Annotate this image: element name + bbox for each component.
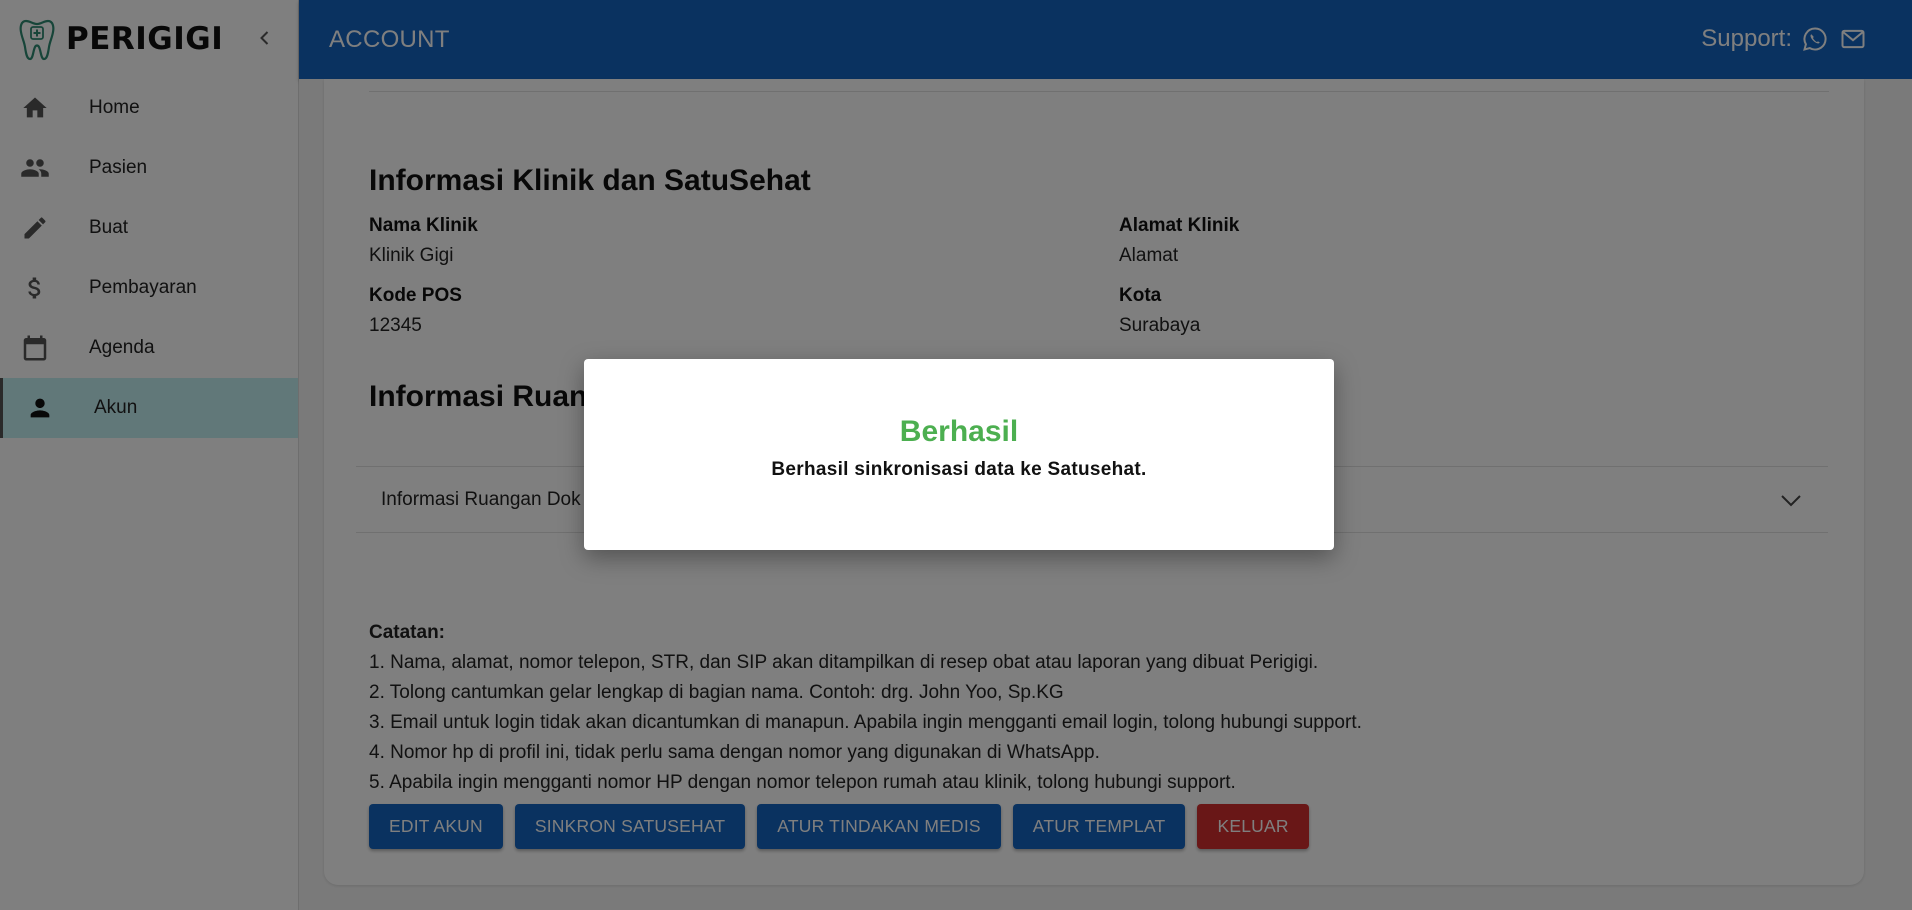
success-dialog: Berhasil Berhasil sinkronisasi data ke S… — [584, 359, 1334, 550]
dialog-title: Berhasil — [899, 415, 1019, 448]
dialog-message: Berhasil sinkronisasi data ke Satusehat. — [771, 459, 1147, 480]
